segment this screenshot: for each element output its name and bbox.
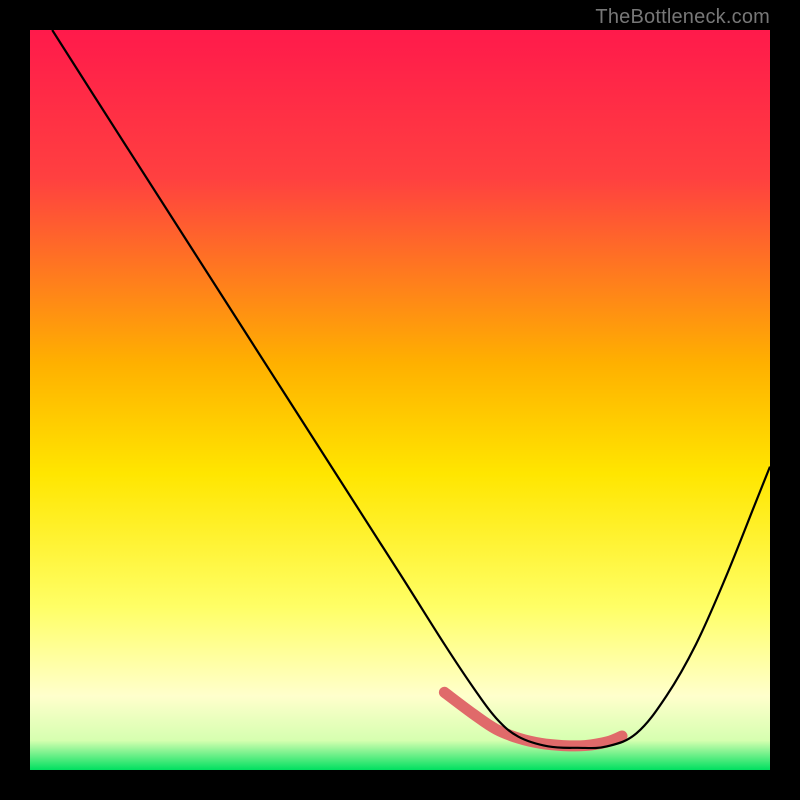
plot-area — [30, 30, 770, 770]
chart-svg — [30, 30, 770, 770]
gradient-background — [30, 30, 770, 770]
attribution-text: TheBottleneck.com — [595, 6, 770, 29]
chart-frame: TheBottleneck.com — [0, 0, 800, 800]
